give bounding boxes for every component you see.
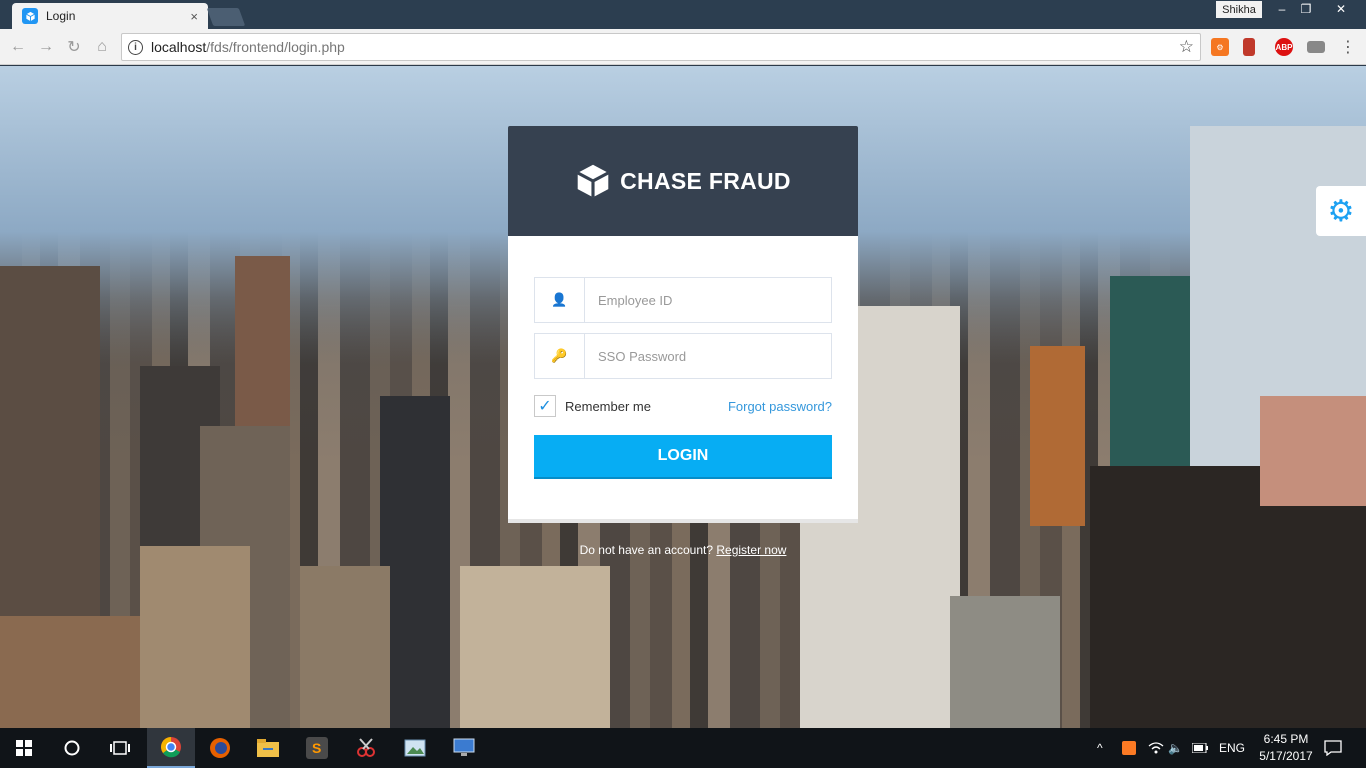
- browser-tab[interactable]: Login ×: [12, 3, 208, 29]
- address-bar[interactable]: i localhost/fds/frontend/login.php ☆: [121, 33, 1201, 61]
- task-view-icon[interactable]: [96, 728, 144, 768]
- register-now-link[interactable]: Register now: [716, 543, 786, 557]
- browser-tabstrip: Login × Shikha – ❐ ✕: [0, 0, 1366, 29]
- user-icon: 👤: [535, 278, 585, 322]
- cube-favicon-icon: [22, 8, 38, 24]
- login-options: ✓ Remember me Forgot password?: [534, 395, 832, 417]
- file-explorer-icon[interactable]: [244, 728, 292, 768]
- employee-id-input[interactable]: [585, 278, 831, 322]
- photos-icon[interactable]: [391, 728, 439, 768]
- profile-name-chip[interactable]: Shikha: [1216, 1, 1262, 18]
- reload-icon[interactable]: ↻: [64, 37, 84, 57]
- home-icon[interactable]: ⌂: [92, 37, 112, 57]
- snipping-tool-icon[interactable]: [342, 728, 390, 768]
- show-hidden-icons-chevron-icon[interactable]: ^: [1097, 728, 1103, 768]
- employee-id-field: 👤: [534, 277, 832, 323]
- password-field: 🔑: [534, 333, 832, 379]
- gear-icon: ⚙: [1327, 194, 1355, 228]
- remember-me-label: Remember me: [565, 398, 651, 414]
- forward-arrow-icon[interactable]: →: [36, 37, 56, 57]
- tab-title: Login: [46, 9, 76, 23]
- chrome-icon[interactable]: [147, 728, 195, 768]
- battery-icon[interactable]: [1192, 728, 1208, 768]
- language-indicator[interactable]: ENG: [1219, 728, 1245, 768]
- brand-name: CHASE FRAUD: [620, 167, 791, 194]
- key-icon: 🔑: [535, 334, 585, 378]
- url-text[interactable]: localhost/fds/frontend/login.php: [151, 39, 345, 55]
- login-form: 👤 🔑 ✓ Remember me Forgot password? LOGIN: [508, 236, 858, 523]
- firefox-icon[interactable]: [196, 728, 244, 768]
- sublime-text-icon[interactable]: S: [293, 728, 341, 768]
- browser-toolbar: ← → ↻ ⌂ i localhost/fds/frontend/login.p…: [0, 29, 1366, 65]
- cast-icon[interactable]: [1307, 41, 1325, 53]
- clock-date: 5/17/2017: [1259, 749, 1313, 763]
- clock-time: 6:45 PM: [1263, 732, 1309, 746]
- register-prompt: Do not have an account? Register now: [508, 543, 858, 557]
- bookmark-star-icon[interactable]: ☆: [1179, 37, 1194, 57]
- xampp-tray-icon[interactable]: [1122, 728, 1136, 768]
- menu-dots-icon[interactable]: ⋮: [1338, 37, 1358, 57]
- close-window-button[interactable]: ✕: [1321, 0, 1361, 18]
- page-background-city: ⚙ CHASE FRAUD 👤 🔑 ✓ Remember me: [0, 66, 1366, 728]
- volume-icon[interactable]: 🔈: [1168, 728, 1183, 768]
- windows-taskbar: S ^ 🔈 ENG 6:45 PM 5/17/2017: [0, 728, 1366, 768]
- svg-text:S: S: [312, 740, 321, 756]
- cortana-icon[interactable]: [48, 728, 96, 768]
- bookmark-extension-icon[interactable]: [1243, 38, 1255, 56]
- remember-me-control[interactable]: ✓ Remember me: [534, 395, 651, 417]
- login-header: CHASE FRAUD: [508, 126, 858, 236]
- hubspot-extension-icon[interactable]: ⚙: [1211, 38, 1229, 56]
- remote-desktop-icon[interactable]: [440, 728, 488, 768]
- tab-close-icon[interactable]: ×: [190, 9, 198, 24]
- login-panel: CHASE FRAUD 👤 🔑 ✓ Remember me Forgot pas…: [508, 126, 858, 523]
- wifi-icon[interactable]: [1148, 728, 1164, 768]
- new-tab-button[interactable]: [206, 8, 246, 26]
- settings-gear-button[interactable]: ⚙: [1316, 186, 1366, 236]
- password-input[interactable]: [585, 334, 831, 378]
- taskbar-clock[interactable]: 6:45 PM 5/17/2017: [1256, 731, 1316, 765]
- remember-me-checkbox[interactable]: ✓: [534, 395, 556, 417]
- adblock-plus-icon[interactable]: ABP: [1275, 38, 1293, 56]
- cube-logo-icon: [577, 164, 610, 198]
- register-prompt-text: Do not have an account?: [579, 543, 714, 557]
- forgot-password-link[interactable]: Forgot password?: [728, 399, 832, 414]
- restore-window-button[interactable]: ❐: [1291, 0, 1321, 18]
- windows-start-icon[interactable]: [0, 728, 48, 768]
- back-arrow-icon[interactable]: ←: [8, 37, 28, 57]
- action-center-icon[interactable]: [1324, 728, 1342, 768]
- site-info-icon[interactable]: i: [128, 39, 143, 55]
- login-button[interactable]: LOGIN: [534, 435, 832, 479]
